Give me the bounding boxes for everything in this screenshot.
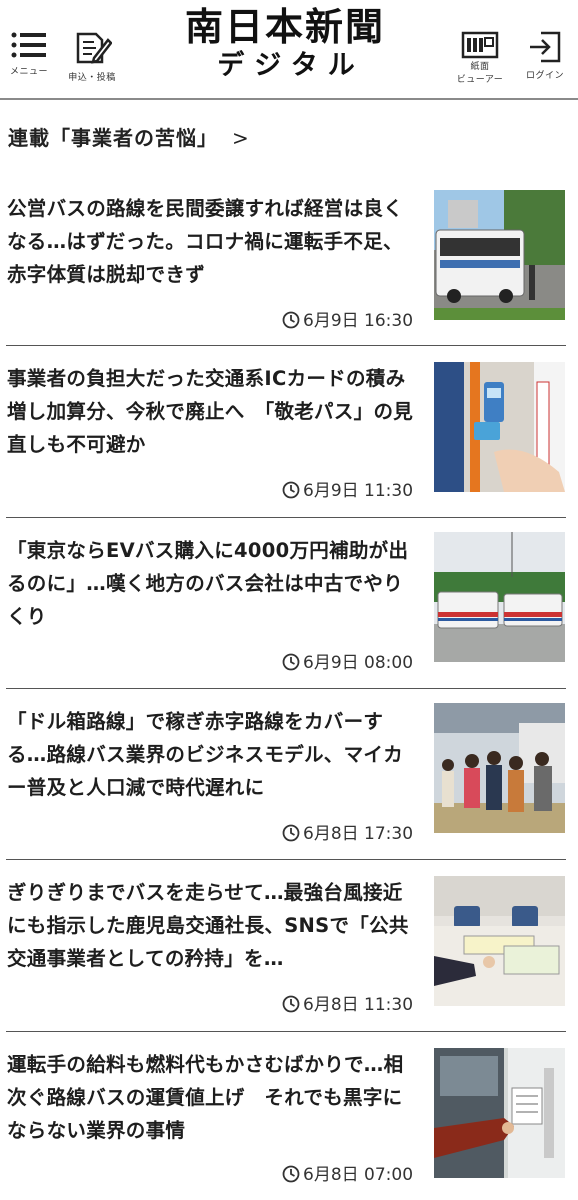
login-button[interactable]: ログイン [518,30,572,81]
site-logo[interactable]: 南日本新聞 デジタル [150,4,420,82]
article-timestamp: 6月8日 17:30 [282,819,413,844]
article-timestamp: 6月9日 11:30 [282,476,413,501]
login-icon [530,31,561,63]
viewer-label-2: ビューアー [456,75,504,85]
article-title: ぎりぎりまでバスを走らせて…最強台風接近にも指示した鹿児島交通社長、SNSで「公… [7,881,409,970]
article-thumbnail [434,1048,565,1178]
article-divider [6,859,566,860]
menu-label: メニュー [9,67,48,77]
clock-icon [282,1165,300,1183]
newspaper-viewer-icon [461,31,499,59]
article-thumbnail [434,190,565,320]
article-thumbnail [434,703,565,833]
article-divider [6,517,566,518]
article-item[interactable]: 運転手の給料も燃料代もかさむばかりで…相次ぐ路線バスの運賃値上げ それでも黒字に… [0,1046,578,1186]
article-divider [6,1031,566,1032]
article-title: 事業者の負担大だった交通系ICカードの積み増し加算分、今秋で廃止へ 「敬老パス」… [7,367,414,456]
site-header: メニュー 申込・投稿 南日本新聞 デジタル 紙面 ビューアー ログイン [0,0,578,100]
article-timestamp: 6月8日 11:30 [282,990,413,1015]
logo-sub-text: デジタル [217,50,365,81]
logo-main-text: 南日本新聞 [184,4,385,49]
article-timestamp: 6月9日 08:00 [282,648,413,673]
series-heading-link[interactable]: 連載「事業者の苦悩」 > [8,122,250,151]
viewer-label-1: 紙面 [470,62,490,72]
post-label: 申込・投稿 [68,73,116,83]
clock-icon [282,995,300,1013]
article-timestamp: 6月9日 16:30 [282,306,413,331]
article-thumbnail [434,876,565,1006]
article-thumbnail [434,362,565,492]
subscribe-post-button[interactable]: 申込・投稿 [62,30,122,83]
clock-icon [282,481,300,499]
chevron-right-icon: > [232,126,250,150]
article-title: 運転手の給料も燃料代もかさむばかりで…相次ぐ路線バスの運賃値上げ それでも黒字に… [7,1053,404,1142]
menu-button[interactable]: メニュー [6,30,52,77]
article-item[interactable]: 「ドル箱路線」で稼ぎ赤字路線をカバーする…路線バス業界のビジネスモデル、マイカー… [0,703,578,844]
clock-icon [282,824,300,842]
article-item[interactable]: 公営バスの路線を民間委譲すれば経営は良くなる…はずだった。コロナ禍に運転手不足、… [0,190,578,331]
article-timestamp: 6月8日 07:00 [282,1160,413,1185]
article-item[interactable]: ぎりぎりまでバスを走らせて…最強台風接近にも指示した鹿児島交通社長、SNSで「公… [0,874,578,1015]
article-item[interactable]: 「東京ならEVバス購入に4000万円補助が出るのに」…嘆く地方のバス会社は中古で… [0,532,578,673]
article-title: 公営バスの路線を民間委譲すれば経営は良くなる…はずだった。コロナ禍に運転手不足、… [7,197,404,286]
article-thumbnail [434,532,565,662]
clock-icon [282,311,300,329]
article-divider [6,345,566,346]
hamburger-menu-icon [11,32,46,58]
article-title: 「ドル箱路線」で稼ぎ赤字路線をカバーする…路線バス業界のビジネスモデル、マイカー… [7,710,404,799]
paper-viewer-button[interactable]: 紙面 ビューアー [450,30,510,86]
article-title: 「東京ならEVバス購入に4000万円補助が出るのに」…嘆く地方のバス会社は中古で… [7,539,409,628]
series-title: 連載「事業者の苦悩」 [8,126,218,150]
article-divider [6,688,566,689]
edit-document-icon [76,32,112,64]
clock-icon [282,653,300,671]
article-item[interactable]: 事業者の負担大だった交通系ICカードの積み増し加算分、今秋で廃止へ 「敬老パス」… [0,360,578,501]
login-label: ログイン [525,71,564,81]
